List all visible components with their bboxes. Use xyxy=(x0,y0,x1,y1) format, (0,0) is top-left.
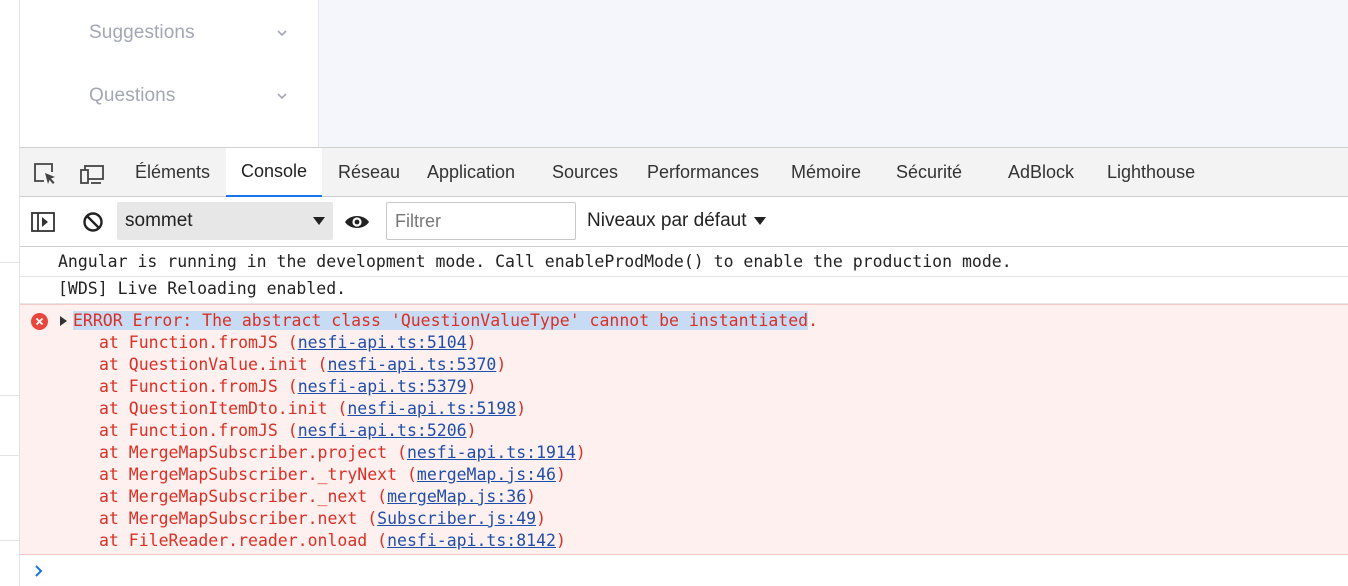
log-levels-label: Niveaux par défaut xyxy=(587,210,747,231)
console-message-text: [WDS] Live Reloading enabled. xyxy=(58,279,347,298)
source-link[interactable]: nesfi-api.ts:8142 xyxy=(387,531,556,550)
tab-label: Réseau xyxy=(338,162,401,182)
tab-adblock[interactable]: AdBlock xyxy=(993,148,1089,197)
stack-frame: at QuestionValue.init (nesfi-api.ts:5370… xyxy=(99,355,507,374)
tab-label: Sources xyxy=(552,162,619,182)
context-selector[interactable]: sommet xyxy=(117,202,333,240)
inspect-element-icon xyxy=(34,163,55,184)
tab-label: Sécurité xyxy=(896,162,963,182)
chevron-down-icon xyxy=(277,93,287,100)
console-output: Angular is running in the development mo… xyxy=(20,247,1348,586)
stack-frame: at Function.fromJS (nesfi-api.ts:5104) xyxy=(99,333,477,352)
prompt-chevron-icon xyxy=(35,565,43,577)
page-left-edge xyxy=(0,0,20,586)
expand-error-triangle-icon[interactable] xyxy=(60,316,67,326)
tab-label: Mémoire xyxy=(791,162,862,182)
divider xyxy=(0,540,20,541)
tab-label: Performances xyxy=(647,162,760,182)
clear-console-icon xyxy=(83,212,103,232)
stack-frame: at MergeMapSubscriber._tryNext (mergeMap… xyxy=(99,465,566,484)
devtools-tabbar: Éléments Console Réseau Application Sour… xyxy=(20,147,1348,197)
tab-lighthouse[interactable]: Lighthouse xyxy=(1092,148,1210,197)
source-link[interactable]: nesfi-api.ts:1914 xyxy=(407,443,576,462)
tab-label: Lighthouse xyxy=(1107,162,1196,182)
inspect-element-button[interactable] xyxy=(31,160,59,188)
source-link[interactable]: mergeMap.js:46 xyxy=(417,465,556,484)
source-link[interactable]: nesfi-api.ts:5379 xyxy=(298,377,467,396)
sidebar-item-label: Suggestions xyxy=(89,22,195,43)
context-selector-value: sommet xyxy=(125,210,193,231)
stack-trace: at Function.fromJS (nesfi-api.ts:5104) a… xyxy=(99,332,586,552)
source-link[interactable]: nesfi-api.ts:5104 xyxy=(298,333,467,352)
tab-label: AdBlock xyxy=(1008,162,1075,182)
tab-security[interactable]: Sécurité xyxy=(881,148,977,197)
tab-label: Console xyxy=(241,161,308,181)
tab-memory[interactable]: Mémoire xyxy=(776,148,876,197)
stack-frame: at Function.fromJS (nesfi-api.ts:5206) xyxy=(99,421,477,440)
sidebar-item-label: Questions xyxy=(89,85,176,106)
source-link[interactable]: nesfi-api.ts:5206 xyxy=(298,421,467,440)
stack-frame: at MergeMapSubscriber._next (mergeMap.js… xyxy=(99,487,537,506)
log-levels-dropdown[interactable]: Niveaux par défaut xyxy=(587,202,766,240)
clear-console-button[interactable] xyxy=(79,208,107,236)
sidebar-item-suggestions[interactable]: Suggestions xyxy=(89,18,289,48)
sidebar-item-questions[interactable]: Questions xyxy=(89,81,289,111)
tab-network[interactable]: Réseau xyxy=(323,148,415,197)
source-link[interactable]: nesfi-api.ts:5370 xyxy=(327,355,496,374)
chevron-down-icon xyxy=(277,30,287,37)
device-toolbar-button[interactable] xyxy=(78,160,106,188)
error-text: ERROR Error: The abstract class 'Questio… xyxy=(73,311,809,330)
error-text-suffix: . xyxy=(808,311,819,330)
tab-performance[interactable]: Performances xyxy=(632,148,774,197)
show-console-sidebar-icon xyxy=(31,212,55,232)
console-message: Angular is running in the development mo… xyxy=(20,247,1348,277)
source-link[interactable]: Subscriber.js:49 xyxy=(377,509,536,528)
stack-frame: at QuestionItemDto.init (nesfi-api.ts:51… xyxy=(99,399,527,418)
error-headline: ERROR Error: The abstract class 'Questio… xyxy=(73,310,818,332)
devtools-panel: Éléments Console Réseau Application Sour… xyxy=(20,147,1348,586)
divider xyxy=(0,395,20,396)
tab-console[interactable]: Console xyxy=(226,148,323,197)
source-link[interactable]: nesfi-api.ts:5198 xyxy=(347,399,516,418)
dropdown-arrow-icon xyxy=(753,217,766,225)
live-expression-button[interactable] xyxy=(343,208,371,236)
tab-label: Éléments xyxy=(135,162,211,182)
stack-frame: at Function.fromJS (nesfi-api.ts:5379) xyxy=(99,377,477,396)
divider xyxy=(0,262,20,263)
filter-input[interactable] xyxy=(386,202,576,240)
divider xyxy=(0,455,20,456)
tab-sources[interactable]: Sources xyxy=(537,148,633,197)
console-error-message: ERROR Error: The abstract class 'Questio… xyxy=(20,304,1348,555)
stack-frame: at MergeMapSubscriber.next (Subscriber.j… xyxy=(99,509,547,528)
tab-elements[interactable]: Éléments xyxy=(120,148,225,197)
eye-icon xyxy=(345,216,369,228)
tab-application[interactable]: Application xyxy=(412,148,530,197)
console-prompt[interactable] xyxy=(20,556,1348,586)
source-link[interactable]: mergeMap.js:36 xyxy=(387,487,526,506)
tab-label: Application xyxy=(427,162,516,182)
console-message: [WDS] Live Reloading enabled. xyxy=(20,274,1348,304)
console-input[interactable] xyxy=(56,558,1348,584)
show-console-sidebar-button[interactable] xyxy=(29,208,57,236)
stack-frame: at FileReader.reader.onload (nesfi-api.t… xyxy=(99,531,566,550)
error-icon xyxy=(31,313,48,330)
dropdown-arrow-icon xyxy=(313,217,325,225)
device-toolbar-icon xyxy=(80,165,104,184)
sidebar: Suggestions Questions xyxy=(20,0,319,147)
stack-frame: at MergeMapSubscriber.project (nesfi-api… xyxy=(99,443,586,462)
console-toolbar: sommet Niveaux par défaut xyxy=(20,197,1348,247)
console-message-text: Angular is running in the development mo… xyxy=(58,252,1012,271)
